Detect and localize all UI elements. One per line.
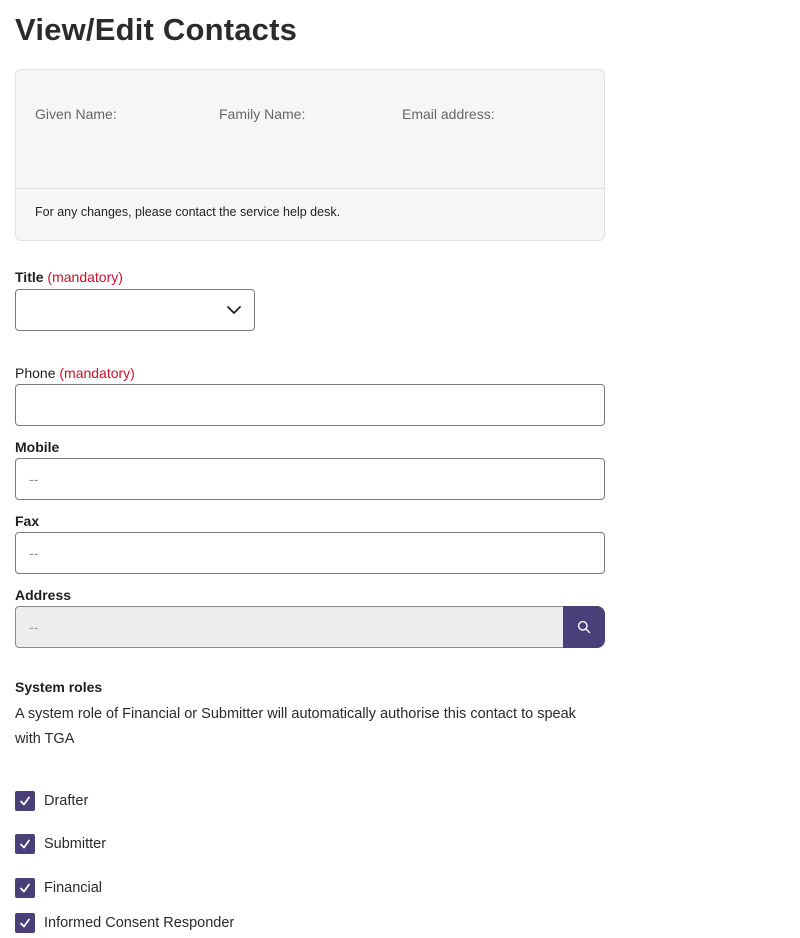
card-divider: [16, 188, 604, 189]
chevron-down-icon: [227, 306, 241, 314]
search-icon: [577, 620, 591, 634]
contact-info-card: Given Name: Family Name: Email address: …: [15, 69, 605, 241]
help-desk-note: For any changes, please contact the serv…: [35, 205, 341, 219]
fax-label: Fax: [15, 513, 40, 529]
address-field: [15, 606, 605, 648]
system-roles-description: A system role of Financial or Submitter …: [15, 706, 576, 747]
title-mandatory-marker: (mandatory): [47, 269, 123, 285]
checkmark-icon: [20, 839, 30, 849]
phone-input[interactable]: [15, 384, 605, 426]
email-address-label: Email address:: [402, 106, 495, 122]
page-title: View/Edit Contacts: [15, 12, 298, 47]
checkmark-icon: [20, 796, 30, 806]
role-label: Drafter: [44, 793, 89, 809]
title-label: Title (mandatory): [15, 269, 123, 285]
phone-label-text: Phone: [15, 365, 56, 381]
role-checkbox-submitter[interactable]: Submitter: [15, 833, 106, 855]
role-checkbox-drafter[interactable]: Drafter: [15, 790, 88, 812]
checkbox-checked[interactable]: [15, 878, 35, 898]
family-name-label: Family Name:: [219, 106, 306, 122]
checkbox-checked[interactable]: [15, 791, 35, 811]
phone-mandatory-marker: (mandatory): [59, 365, 135, 381]
address-label: Address: [15, 587, 72, 603]
role-checkbox-informed-consent-responder[interactable]: Informed Consent Responder: [15, 912, 234, 934]
checkbox-checked[interactable]: [15, 913, 35, 933]
checkmark-icon: [20, 883, 30, 893]
address-search-button[interactable]: [563, 606, 605, 648]
address-input: [15, 606, 563, 648]
role-label: Financial: [44, 880, 103, 896]
phone-label: Phone (mandatory): [15, 365, 135, 381]
checkbox-checked[interactable]: [15, 834, 35, 854]
title-select[interactable]: [15, 289, 255, 331]
role-label: Submitter: [44, 836, 107, 852]
system-roles-heading: System roles: [15, 679, 103, 695]
role-label: Informed Consent Responder: [44, 915, 235, 931]
mobile-input[interactable]: [15, 458, 605, 500]
fax-input[interactable]: [15, 532, 605, 574]
title-label-text: Title: [15, 269, 44, 285]
role-checkbox-financial[interactable]: Financial: [15, 877, 102, 899]
mobile-label: Mobile: [15, 439, 60, 455]
checkmark-icon: [20, 918, 30, 928]
given-name-label: Given Name:: [35, 106, 117, 122]
